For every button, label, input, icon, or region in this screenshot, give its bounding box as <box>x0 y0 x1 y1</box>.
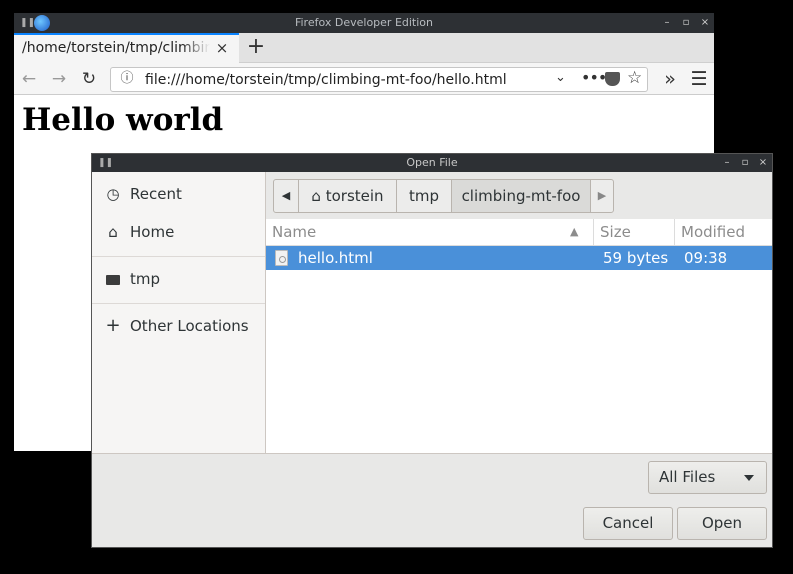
sidebar-item-label: Recent <box>130 185 182 203</box>
overflow-menu-icon[interactable]: » <box>659 68 681 90</box>
file-size: 59 bytes <box>603 249 669 267</box>
page-actions-icon[interactable]: ••• <box>581 68 607 87</box>
dropdown-arrow-icon <box>744 475 754 481</box>
sidebar-item-other-locations[interactable]: + Other Locations <box>92 307 265 345</box>
back-button[interactable]: ← <box>18 68 40 90</box>
firefox-logo-icon <box>34 15 50 31</box>
close-window-button[interactable]: × <box>697 13 713 33</box>
open-button[interactable]: Open <box>677 507 767 540</box>
plus-icon: + <box>105 315 121 336</box>
file-modified: 09:38 <box>684 249 728 267</box>
sidebar-divider <box>92 303 265 304</box>
path-segment-label: torstein <box>325 187 384 205</box>
cancel-button[interactable]: Cancel <box>583 507 673 540</box>
navigation-toolbar: ← → ↻ ⓘ file:///home/torstein/tmp/climbi… <box>14 63 714 95</box>
path-segment-label: tmp <box>408 187 439 205</box>
page-heading: Hello world <box>22 102 224 138</box>
window-grip-icon[interactable]: ❚❚ <box>98 154 113 172</box>
sidebar-divider <box>92 256 265 257</box>
sidebar-item-home[interactable]: ⌂ Home <box>92 213 265 251</box>
tab-bar: /home/torstein/tmp/climbing-mt-foo/hello… <box>14 33 714 63</box>
site-info-icon[interactable]: ⓘ <box>119 70 135 88</box>
home-icon: ⌂ <box>108 223 118 241</box>
maximize-button[interactable]: ▫ <box>737 154 753 172</box>
chevron-down-icon[interactable]: ⌄ <box>555 70 566 85</box>
home-icon: ⌂ <box>311 187 321 205</box>
column-header-modified[interactable]: Modified <box>681 219 745 246</box>
minimize-button[interactable]: – <box>719 154 735 172</box>
dialog-titlebar[interactable]: ❚❚ Open File – ▫ × <box>92 154 772 172</box>
column-header-name[interactable]: Name <box>272 219 316 246</box>
dialog-button-area: All Files Cancel Open <box>92 453 772 547</box>
pocket-icon[interactable] <box>605 72 620 86</box>
bookmark-star-icon[interactable]: ☆ <box>627 68 642 88</box>
window-grip-icon[interactable]: ❚❚ <box>20 13 35 33</box>
file-list-header: Name ▲ Size Modified <box>266 219 772 246</box>
minimize-button[interactable]: – <box>659 13 675 33</box>
file-name: hello.html <box>298 249 373 267</box>
file-row[interactable]: hello.html 59 bytes 09:38 <box>266 246 772 270</box>
close-tab-icon[interactable]: × <box>214 39 230 57</box>
url-text[interactable]: file:///home/torstein/tmp/climbing-mt-fo… <box>145 70 525 90</box>
sidebar-item-label: tmp <box>130 270 161 288</box>
path-segment-climbing-mt-foo[interactable]: climbing-mt-foo <box>451 179 591 213</box>
path-scroll-left-button[interactable]: ◀ <box>273 179 299 213</box>
path-scroll-right-button[interactable]: ▶ <box>590 179 614 213</box>
column-divider[interactable] <box>593 219 594 245</box>
dialog-title: Open File <box>406 156 458 169</box>
file-type-filter-dropdown[interactable]: All Files <box>648 461 767 494</box>
file-list-pane: Name ▲ Size Modified hello.html 59 bytes… <box>266 172 772 453</box>
new-tab-button[interactable]: + <box>244 35 268 59</box>
column-header-size[interactable]: Size <box>600 219 631 246</box>
open-file-dialog: ❚❚ Open File – ▫ × ◷ Recent ⌂ Home tmp +… <box>91 153 773 548</box>
filter-label: All Files <box>659 468 716 486</box>
firefox-window-title: Firefox Developer Edition <box>294 16 434 29</box>
sidebar-item-recent[interactable]: ◷ Recent <box>92 175 265 213</box>
close-dialog-button[interactable]: × <box>755 154 771 172</box>
sort-ascending-icon[interactable]: ▲ <box>570 219 578 246</box>
places-sidebar: ◷ Recent ⌂ Home tmp + Other Locations <box>92 172 266 453</box>
sidebar-item-label: Other Locations <box>130 317 249 335</box>
folder-icon <box>104 260 122 298</box>
html-file-icon <box>275 250 288 266</box>
sidebar-item-label: Home <box>130 223 175 241</box>
url-bar[interactable]: ⓘ file:///home/torstein/tmp/climbing-mt-… <box>110 67 648 92</box>
firefox-titlebar[interactable]: ❚❚ Firefox Developer Edition – ▫ × <box>14 13 714 33</box>
clock-icon: ◷ <box>106 185 120 203</box>
tab-title: /home/torstein/tmp/climbing-mt-foo/hello… <box>22 40 210 56</box>
column-divider[interactable] <box>674 219 675 245</box>
maximize-button[interactable]: ▫ <box>678 13 694 33</box>
reload-button[interactable]: ↻ <box>78 68 100 90</box>
path-segment-label: climbing-mt-foo <box>461 187 581 205</box>
forward-button[interactable]: → <box>48 68 70 90</box>
hamburger-menu-icon[interactable]: ☰ <box>688 68 710 90</box>
browser-tab[interactable]: /home/torstein/tmp/climbing-mt-foo/hello… <box>14 33 239 63</box>
path-segment-torstein[interactable]: ⌂ torstein <box>298 179 397 213</box>
path-segment-tmp[interactable]: tmp <box>396 179 452 213</box>
sidebar-item-tmp[interactable]: tmp <box>92 260 265 298</box>
